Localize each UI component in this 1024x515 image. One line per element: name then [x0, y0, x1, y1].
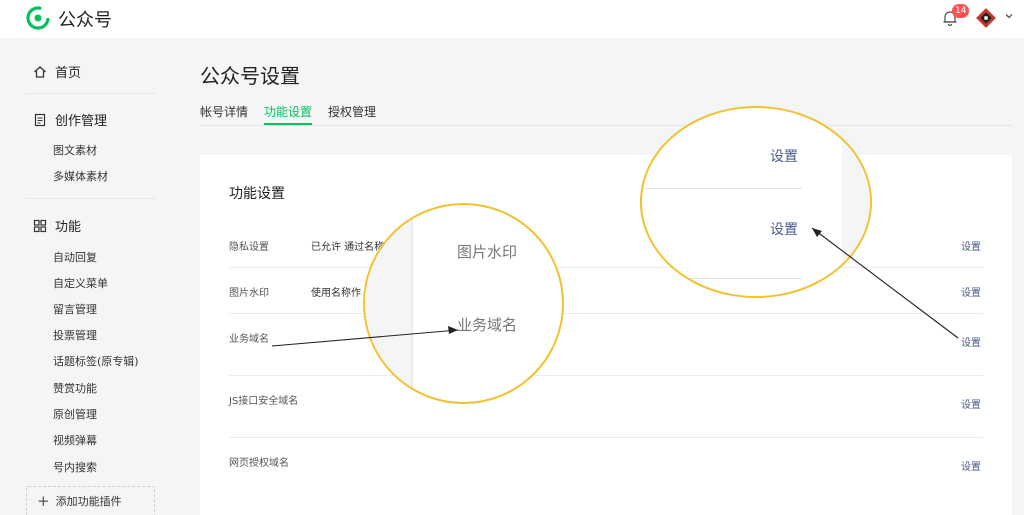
sidebar-divider [26, 93, 156, 94]
zoom-background [842, 108, 870, 296]
card-title: 功能设置 [229, 186, 285, 202]
sidebar-item-reward[interactable]: 赞赏功能 [53, 380, 97, 396]
zoom-divider [642, 188, 802, 189]
tab-feature-settings[interactable]: 功能设置 [264, 103, 312, 120]
zoom-settings-link-2: 设置 [770, 222, 798, 238]
zoom-label-business-domain: 业务域名 [457, 316, 518, 334]
top-bar: 公众号 14 [0, 0, 1024, 38]
sidebar-item-search[interactable]: 号内搜索 [53, 459, 97, 475]
brand-title: 公众号 [58, 10, 112, 31]
row-divider [229, 313, 983, 314]
active-tab-indicator [264, 123, 312, 125]
row-label-watermark: 图片水印 [229, 288, 269, 299]
tab-bar: 帐号详情 功能设置 授权管理 [200, 101, 1012, 126]
sidebar-item-votes[interactable]: 投票管理 [53, 327, 97, 343]
row-value-watermark: 使用名称作 [311, 288, 361, 299]
sidebar-item-label: 功能 [55, 220, 82, 235]
page-title: 公众号设置 [200, 64, 300, 88]
zoom-divider [642, 278, 802, 279]
tab-account-details[interactable]: 帐号详情 [200, 103, 248, 120]
plus-icon: + [37, 491, 50, 510]
add-plugin-button[interactable]: + 添加功能插件 [26, 486, 155, 515]
business-domain-settings-link[interactable]: 设置 [961, 334, 981, 349]
sidebar: 首页 创作管理 图文素材 多媒体素材 功能 自动回复 自定义菜单 留言管理 投票… [0, 38, 180, 515]
row-label-js-domain: JS接口安全域名 [229, 396, 299, 407]
sidebar-item-comments[interactable]: 留言管理 [53, 301, 97, 317]
document-icon [34, 113, 46, 126]
zoom-settings-link-1: 设置 [770, 149, 798, 165]
wechat-logo-icon[interactable] [26, 6, 50, 30]
zoom-divider [411, 205, 413, 402]
zoom-label-watermark: 图片水印 [457, 243, 518, 261]
privacy-settings-link[interactable]: 设置 [961, 238, 981, 253]
sidebar-item-creation[interactable]: 创作管理 [33, 110, 107, 129]
row-divider [229, 437, 983, 438]
sidebar-divider [26, 198, 156, 199]
row-label-business-domain: 业务域名 [229, 334, 269, 345]
zoom-callout-settings: 设置 设置 [640, 106, 872, 298]
settings-card: 功能设置 隐私设置 已允许 通过名称 设置 图片水印 使用名称作 设置 业务域名… [200, 155, 1012, 515]
zoom-callout-labels: 图片水印 业务域名 [363, 203, 564, 404]
sidebar-item-features[interactable]: 功能 [33, 216, 81, 235]
add-plugin-label: 添加功能插件 [55, 495, 122, 508]
zoom-background [365, 205, 411, 402]
sidebar-item-auto-reply[interactable]: 自动回复 [53, 249, 97, 265]
sidebar-item-media[interactable]: 多媒体素材 [53, 168, 108, 184]
row-label-privacy: 隐私设置 [229, 242, 269, 253]
sidebar-item-image-text[interactable]: 图文素材 [53, 142, 97, 158]
row-label-oauth-domain: 网页授权域名 [229, 458, 289, 469]
row-divider [229, 375, 983, 376]
sidebar-item-topic-tags[interactable]: 话题标签(原专辑) [53, 353, 139, 369]
notification-badge[interactable]: 14 [952, 4, 970, 18]
tab-authorization[interactable]: 授权管理 [328, 103, 376, 120]
sidebar-item-custom-menu[interactable]: 自定义菜单 [53, 275, 108, 291]
sidebar-item-label: 首页 [55, 66, 82, 81]
sidebar-item-video-danmaku[interactable]: 视频弹幕 [53, 432, 97, 448]
avatar[interactable] [975, 7, 997, 29]
home-icon [34, 65, 46, 78]
chevron-down-icon[interactable] [1003, 10, 1015, 22]
sidebar-item-label: 创作管理 [55, 114, 108, 129]
watermark-settings-link[interactable]: 设置 [961, 284, 981, 299]
js-domain-settings-link[interactable]: 设置 [961, 396, 981, 411]
sidebar-item-home[interactable]: 首页 [33, 62, 81, 81]
grid-icon [33, 219, 47, 232]
oauth-domain-settings-link[interactable]: 设置 [961, 458, 981, 473]
sidebar-item-original[interactable]: 原创管理 [53, 406, 97, 422]
